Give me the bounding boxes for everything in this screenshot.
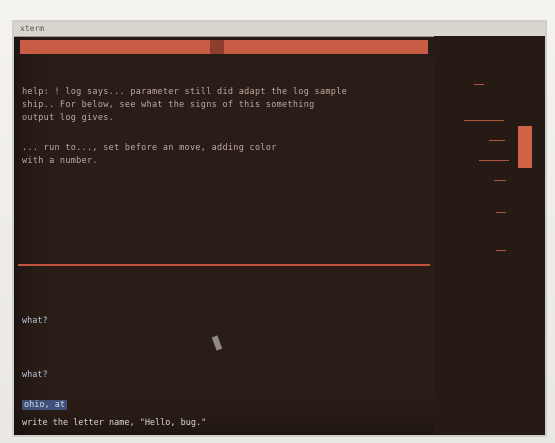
prompt-line: what? xyxy=(22,370,48,380)
scrollbar-thumb[interactable] xyxy=(518,126,532,168)
terminal-line: with a number. xyxy=(22,156,98,166)
terminal-header-bar xyxy=(20,40,428,54)
terminal-line: output log gives. xyxy=(22,113,115,123)
sidebar-tick xyxy=(464,120,504,121)
sidebar-tick xyxy=(479,160,509,161)
right-sidebar xyxy=(434,36,545,435)
header-notch xyxy=(210,40,224,54)
terminal-line: help: ! log says... parameter still did … xyxy=(22,87,348,97)
window-title: xterm xyxy=(20,24,45,33)
screen: xterm help: ! log says... parameter stil… xyxy=(12,20,547,437)
terminal-line: ... run to..., set before an move, addin… xyxy=(22,143,277,153)
sidebar-tick xyxy=(489,140,505,141)
terminal-pane[interactable]: help: ! log says... parameter still did … xyxy=(14,36,434,435)
section-divider xyxy=(18,264,430,266)
selected-text[interactable]: ohio, at xyxy=(22,400,67,410)
terminal-line: ship.. For below, see what the signs of … xyxy=(22,100,315,110)
prompt-line: what? xyxy=(22,316,48,326)
sidebar-tick xyxy=(474,84,484,85)
sidebar-tick xyxy=(496,250,506,251)
mouse-cursor-icon xyxy=(211,335,223,351)
sidebar-tick xyxy=(494,180,506,181)
window-titlebar: xterm xyxy=(14,22,545,37)
monitor-frame: xterm help: ! log says... parameter stil… xyxy=(0,0,555,443)
sidebar-tick xyxy=(496,212,506,213)
input-line[interactable]: write the letter name, "Hello, bug." xyxy=(22,418,206,428)
